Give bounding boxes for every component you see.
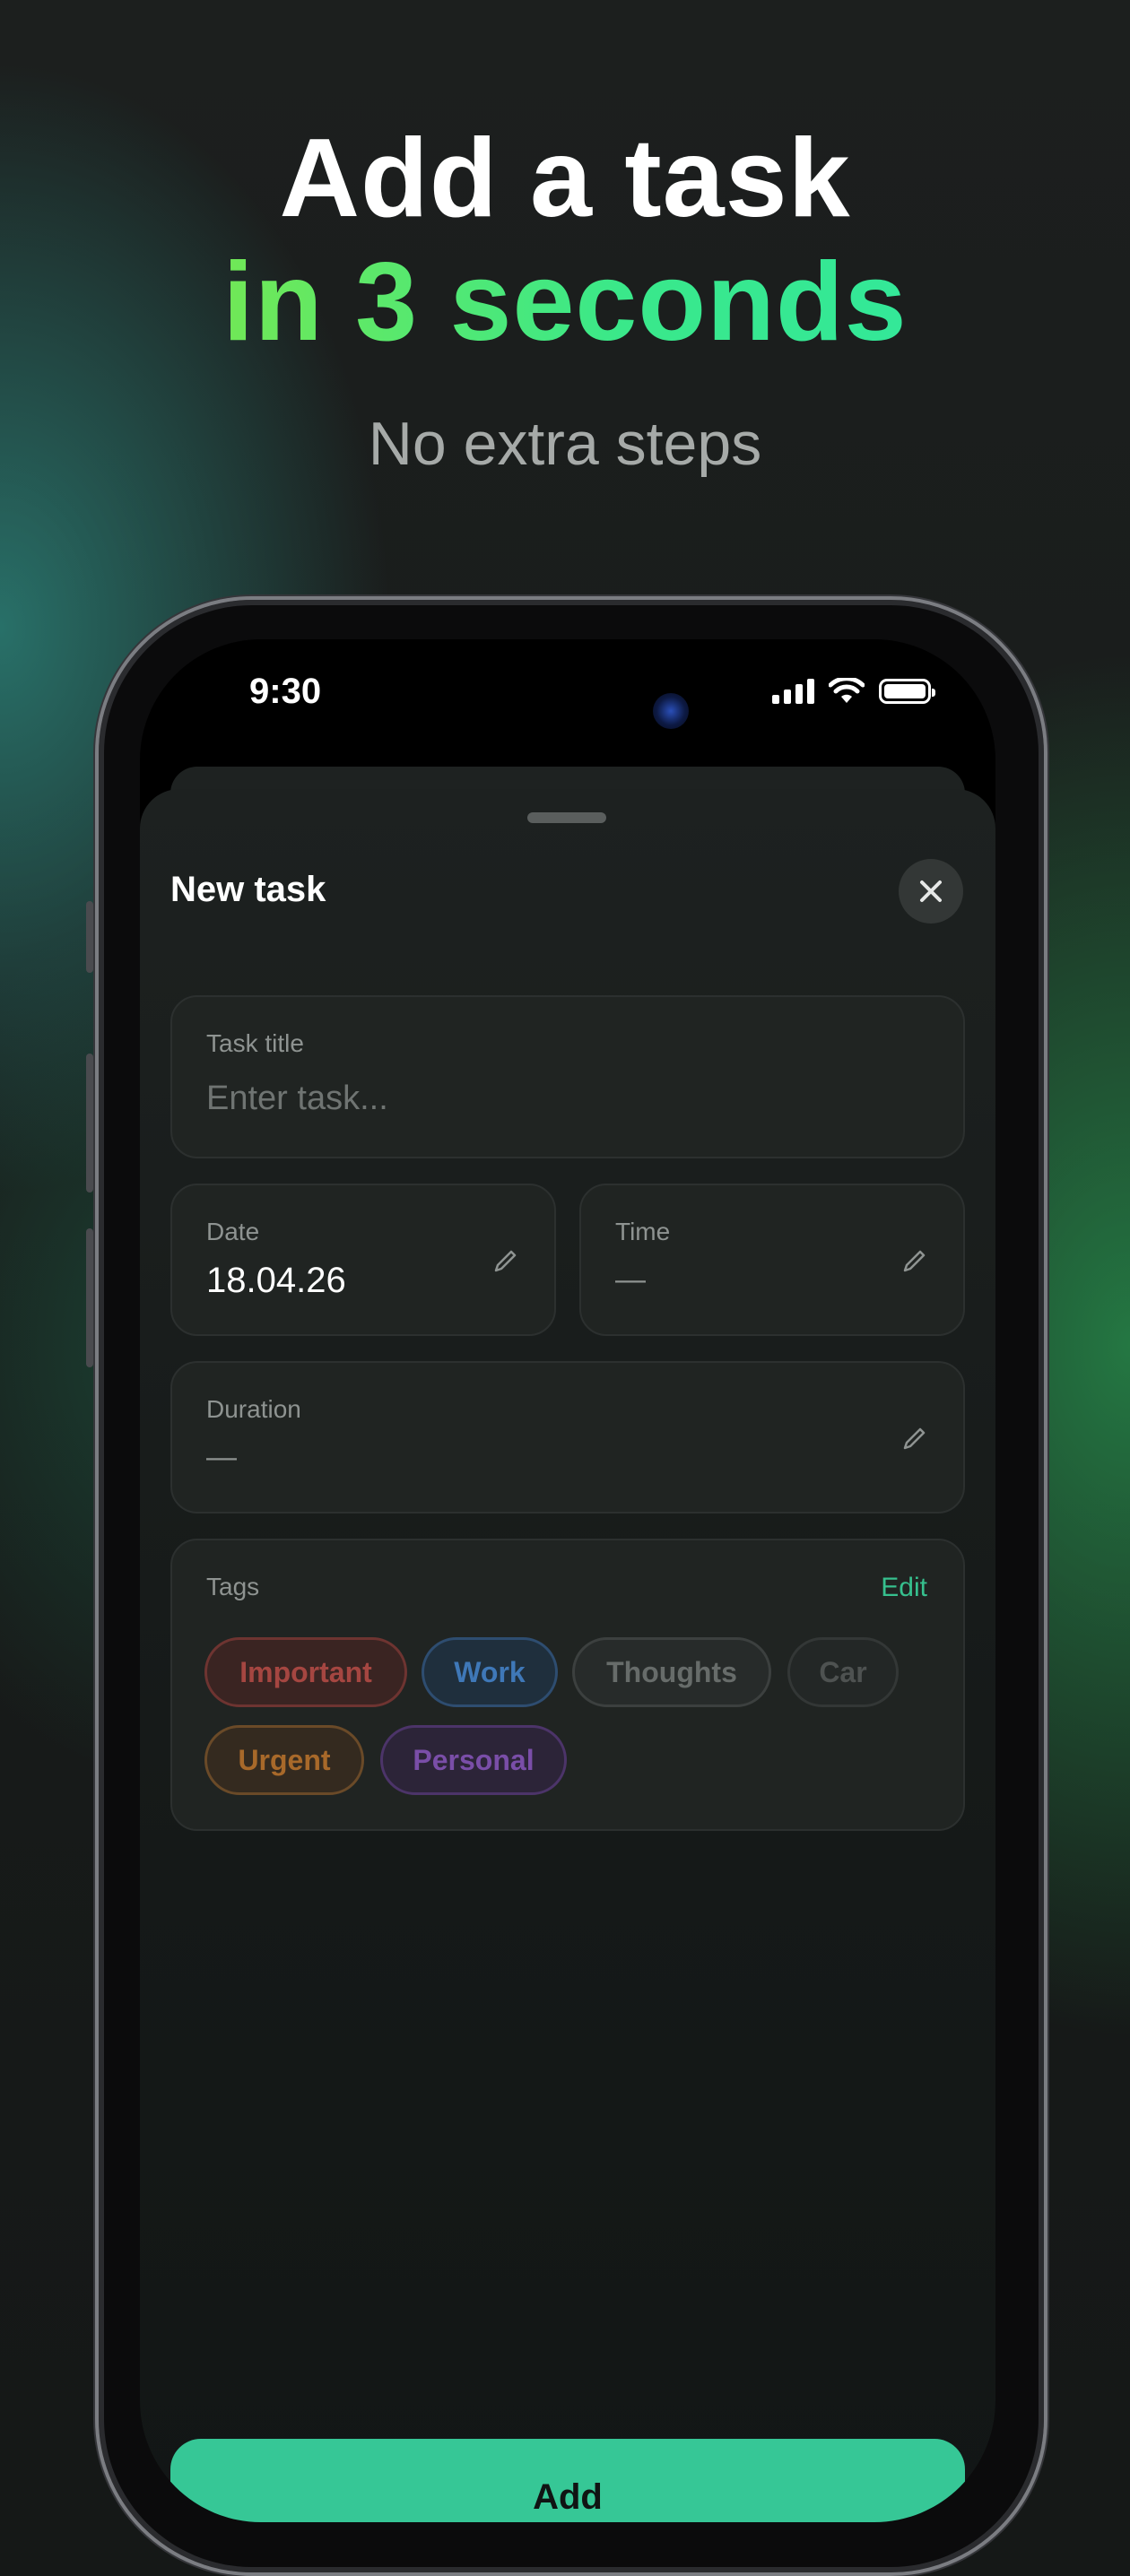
status-icons	[772, 675, 935, 707]
time-value: —	[615, 1262, 646, 1297]
time-field[interactable]: Time —	[579, 1184, 965, 1336]
task-title-field[interactable]: Task title Enter task...	[170, 995, 965, 1158]
close-button[interactable]	[899, 859, 963, 924]
pencil-icon[interactable]	[902, 1248, 927, 1273]
date-field[interactable]: Date 18.04.26	[170, 1184, 556, 1336]
signal-icon	[772, 679, 814, 704]
duration-value: —	[206, 1440, 237, 1474]
pencil-icon[interactable]	[902, 1426, 927, 1451]
pencil-icon[interactable]	[493, 1248, 518, 1273]
date-value: 18.04.26	[206, 1261, 346, 1300]
tag-chip-important[interactable]: Important	[204, 1637, 407, 1707]
tag-chip-work[interactable]: Work	[422, 1637, 558, 1707]
new-task-sheet: New task Task title Enter task... Date 1…	[140, 789, 995, 2522]
front-camera	[653, 693, 689, 729]
tag-chip-car[interactable]: Car	[787, 1637, 899, 1707]
tags-label: Tags	[206, 1573, 260, 1600]
subtitle: No extra steps	[368, 410, 762, 478]
headline: Add a task in 3 seconds	[0, 117, 1130, 364]
tags-card: Tags Edit Important Work Thoughts Car Ur…	[170, 1539, 965, 1831]
volume-down-button	[86, 1228, 93, 1367]
volume-up-button	[86, 1054, 93, 1193]
battery-icon	[879, 679, 935, 704]
sheet-grabber[interactable]	[527, 812, 606, 823]
wifi-icon	[829, 678, 865, 703]
date-label: Date	[206, 1218, 260, 1245]
duration-label: Duration	[206, 1395, 301, 1423]
close-icon	[920, 880, 942, 902]
phone-screen: 9:30 New task Task title Enter task... D…	[140, 639, 995, 2522]
action-button	[86, 901, 93, 973]
time-label: Time	[615, 1218, 671, 1245]
task-title-input[interactable]: Enter task...	[206, 1080, 388, 1118]
tag-chip-thoughts[interactable]: Thoughts	[572, 1637, 771, 1707]
add-button[interactable]: Add	[170, 2439, 965, 2522]
headline-line-2: in 3 seconds	[0, 240, 1130, 364]
edit-tags-link[interactable]: Edit	[881, 1573, 927, 1603]
tag-chip-urgent[interactable]: Urgent	[204, 1725, 364, 1795]
headline-line-1: Add a task	[279, 117, 851, 240]
duration-field[interactable]: Duration —	[170, 1361, 965, 1514]
task-title-label: Task title	[206, 1029, 304, 1057]
status-time: 9:30	[249, 672, 322, 711]
sheet-title: New task	[170, 870, 326, 909]
tag-chip-personal[interactable]: Personal	[380, 1725, 567, 1795]
